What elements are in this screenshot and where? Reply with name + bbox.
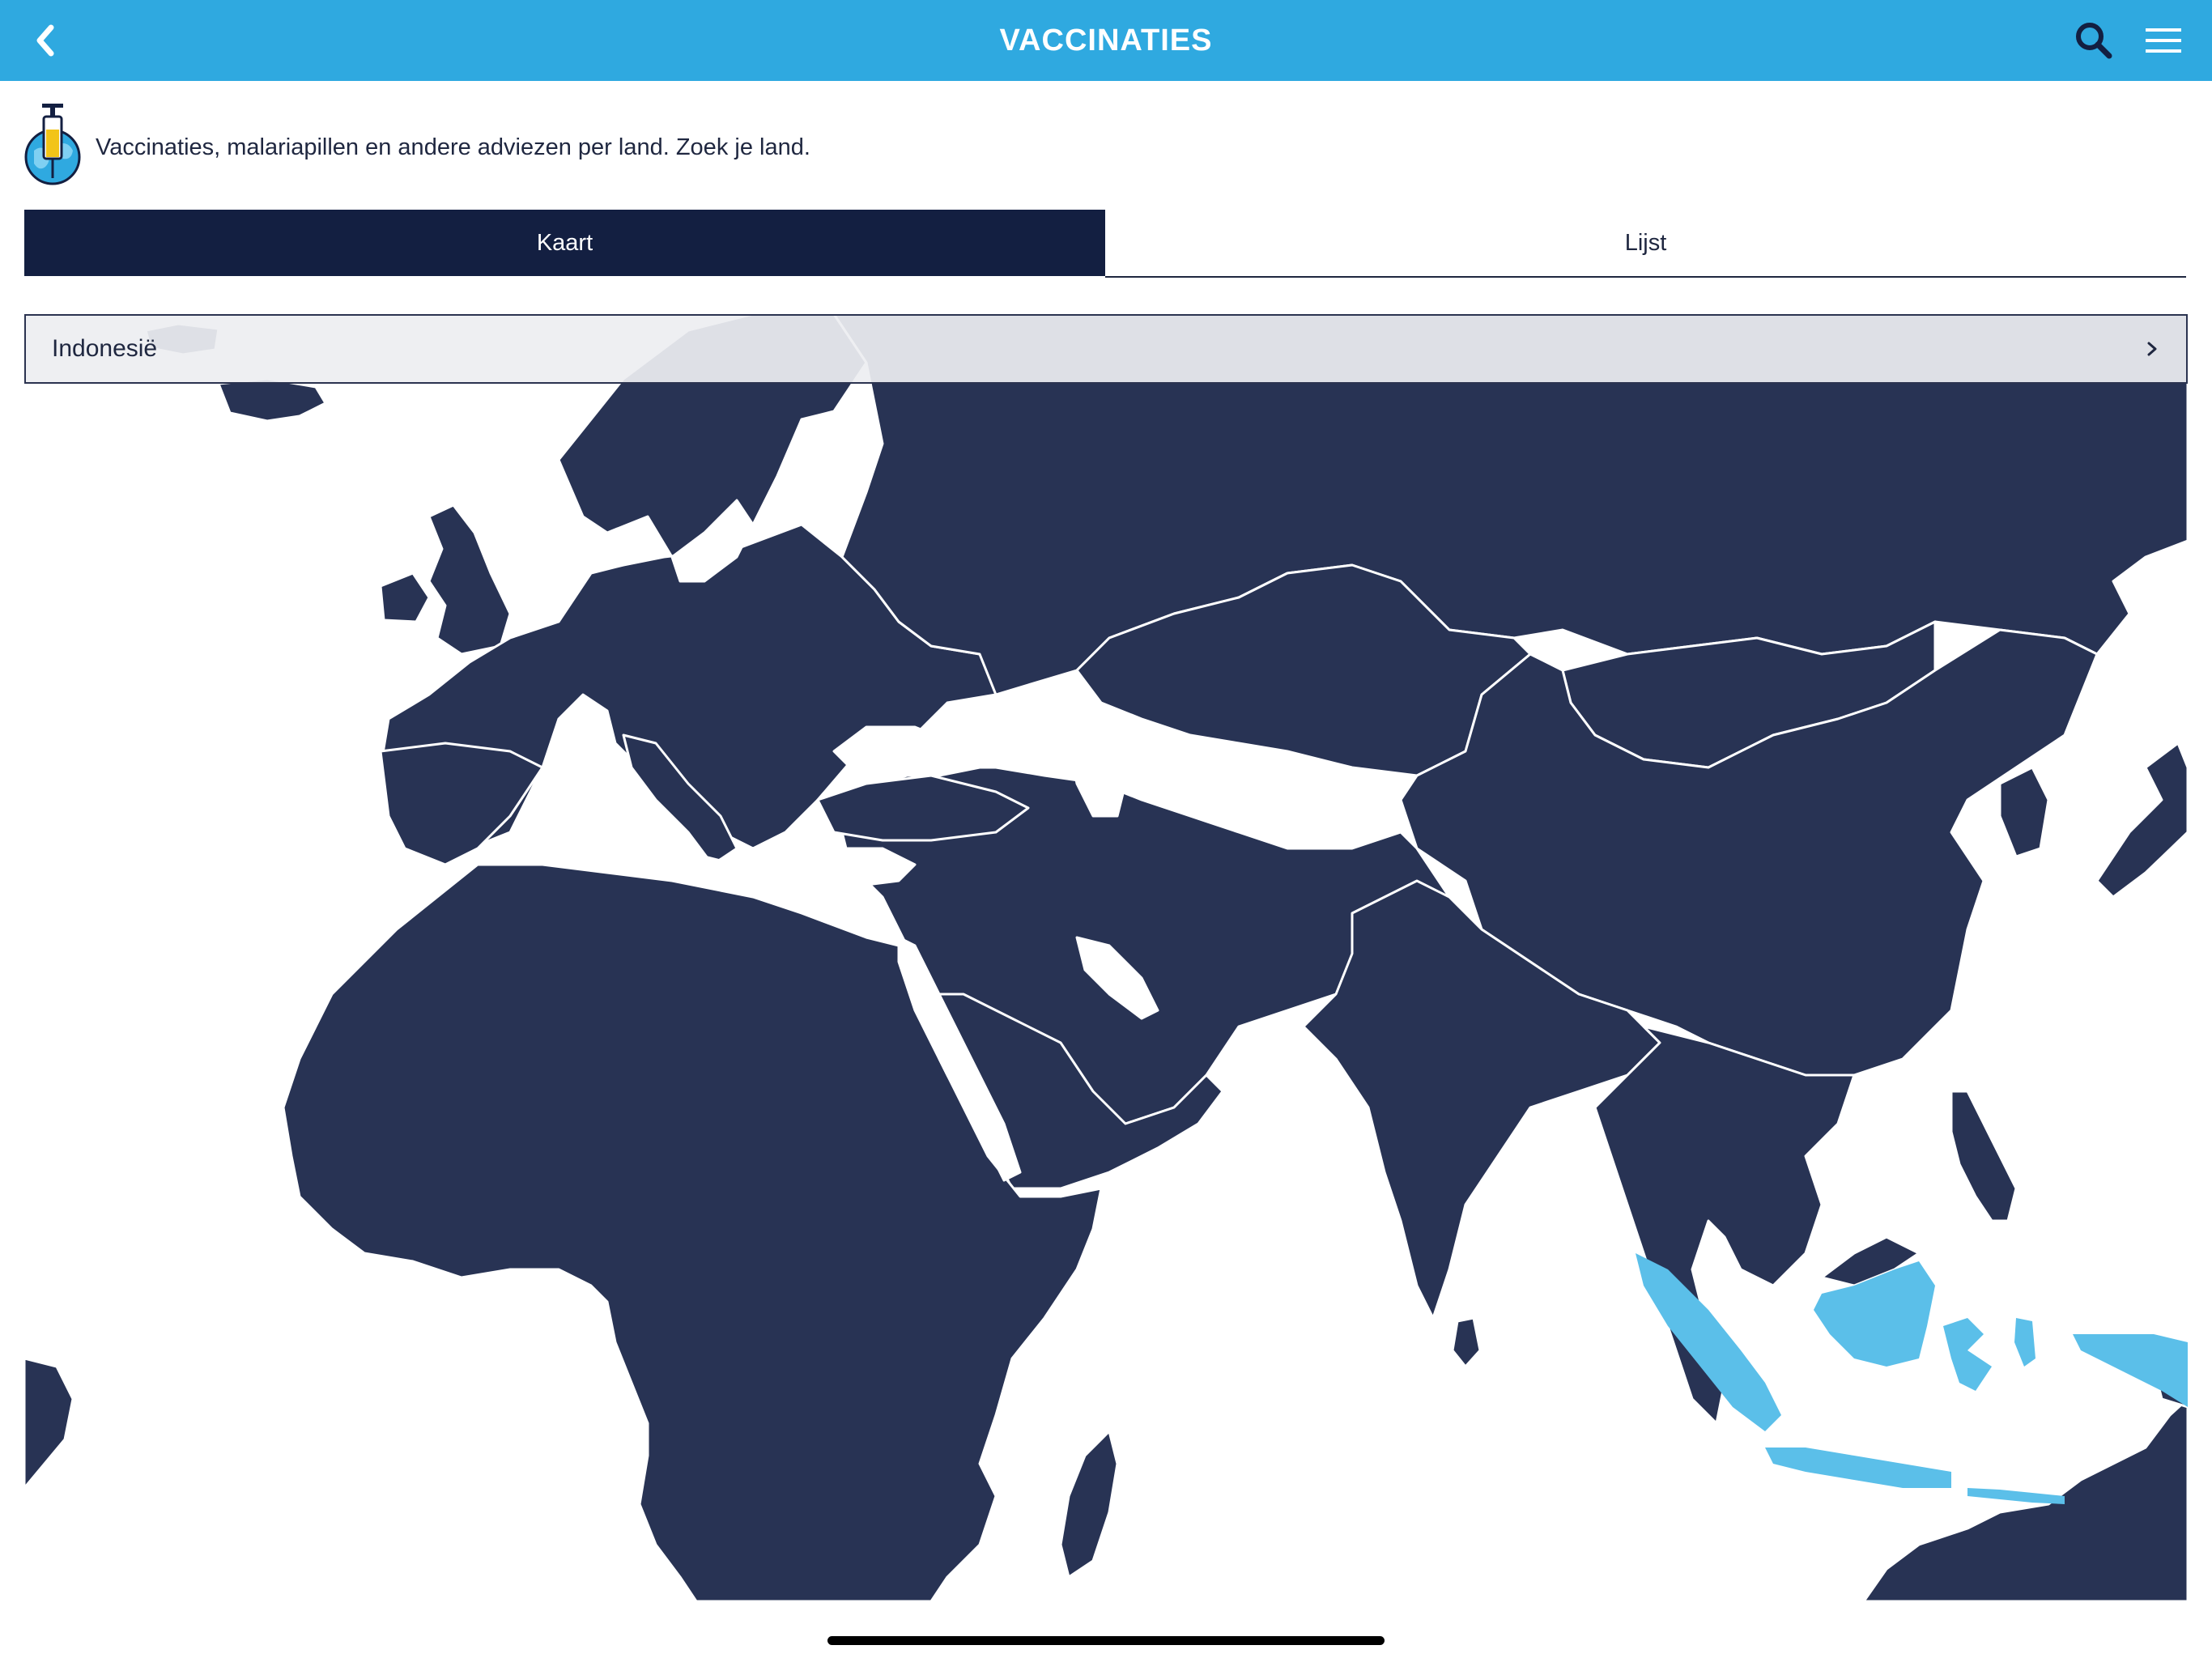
country-select[interactable]: Indonesië	[24, 314, 2188, 384]
map-region-indonesia-maluku[interactable]	[2014, 1318, 2035, 1367]
hamburger-menu-icon	[2146, 28, 2181, 53]
map-region-greenland[interactable]	[217, 377, 327, 423]
page-title: VACCINATIES	[999, 23, 1213, 57]
search-button[interactable]	[2073, 19, 2115, 62]
map-region-indonesia-sulawesi[interactable]	[1943, 1318, 1992, 1391]
tab-lijst[interactable]: Lijst	[1105, 210, 2186, 278]
map-region-indonesia-papua[interactable]	[2073, 1334, 2188, 1407]
app-header: VACCINATIES	[0, 0, 2212, 81]
map-region-indonesia-nusa-tenggara[interactable]	[1967, 1488, 2065, 1504]
intro-section: Vaccinaties, malariapillen en andere adv…	[23, 102, 1237, 191]
map-region-south-america[interactable]	[24, 1357, 74, 1490]
map-region-korea[interactable]	[1998, 766, 2050, 858]
view-tabs: Kaart Lijst	[24, 210, 2186, 278]
search-icon	[2076, 23, 2112, 59]
map-region-madagascar[interactable]	[1059, 1430, 1119, 1579]
tab-kaart[interactable]: Kaart	[24, 210, 1105, 276]
map-region-sri-lanka[interactable]	[1451, 1316, 1482, 1368]
menu-button[interactable]	[2142, 19, 2184, 62]
chevron-right-icon	[2147, 342, 2157, 356]
map-region-great-britain[interactable]	[428, 504, 512, 656]
back-button[interactable]	[23, 18, 68, 63]
map-region-indonesia-java[interactable]	[1765, 1448, 1951, 1488]
map-region-philippines[interactable]	[1950, 1090, 2018, 1222]
map-region-japan[interactable]	[2095, 742, 2188, 899]
vaccine-syringe-globe-icon	[24, 104, 81, 185]
chevron-left-icon	[36, 24, 54, 57]
world-map[interactable]	[24, 314, 2188, 1601]
map-region-ireland[interactable]	[379, 572, 431, 623]
selected-country: Indonesië	[52, 335, 158, 362]
map-water-black-sea	[832, 725, 981, 777]
intro-text: Vaccinaties, malariapillen en andere adv…	[96, 134, 810, 160]
home-indicator[interactable]	[827, 1636, 1385, 1645]
